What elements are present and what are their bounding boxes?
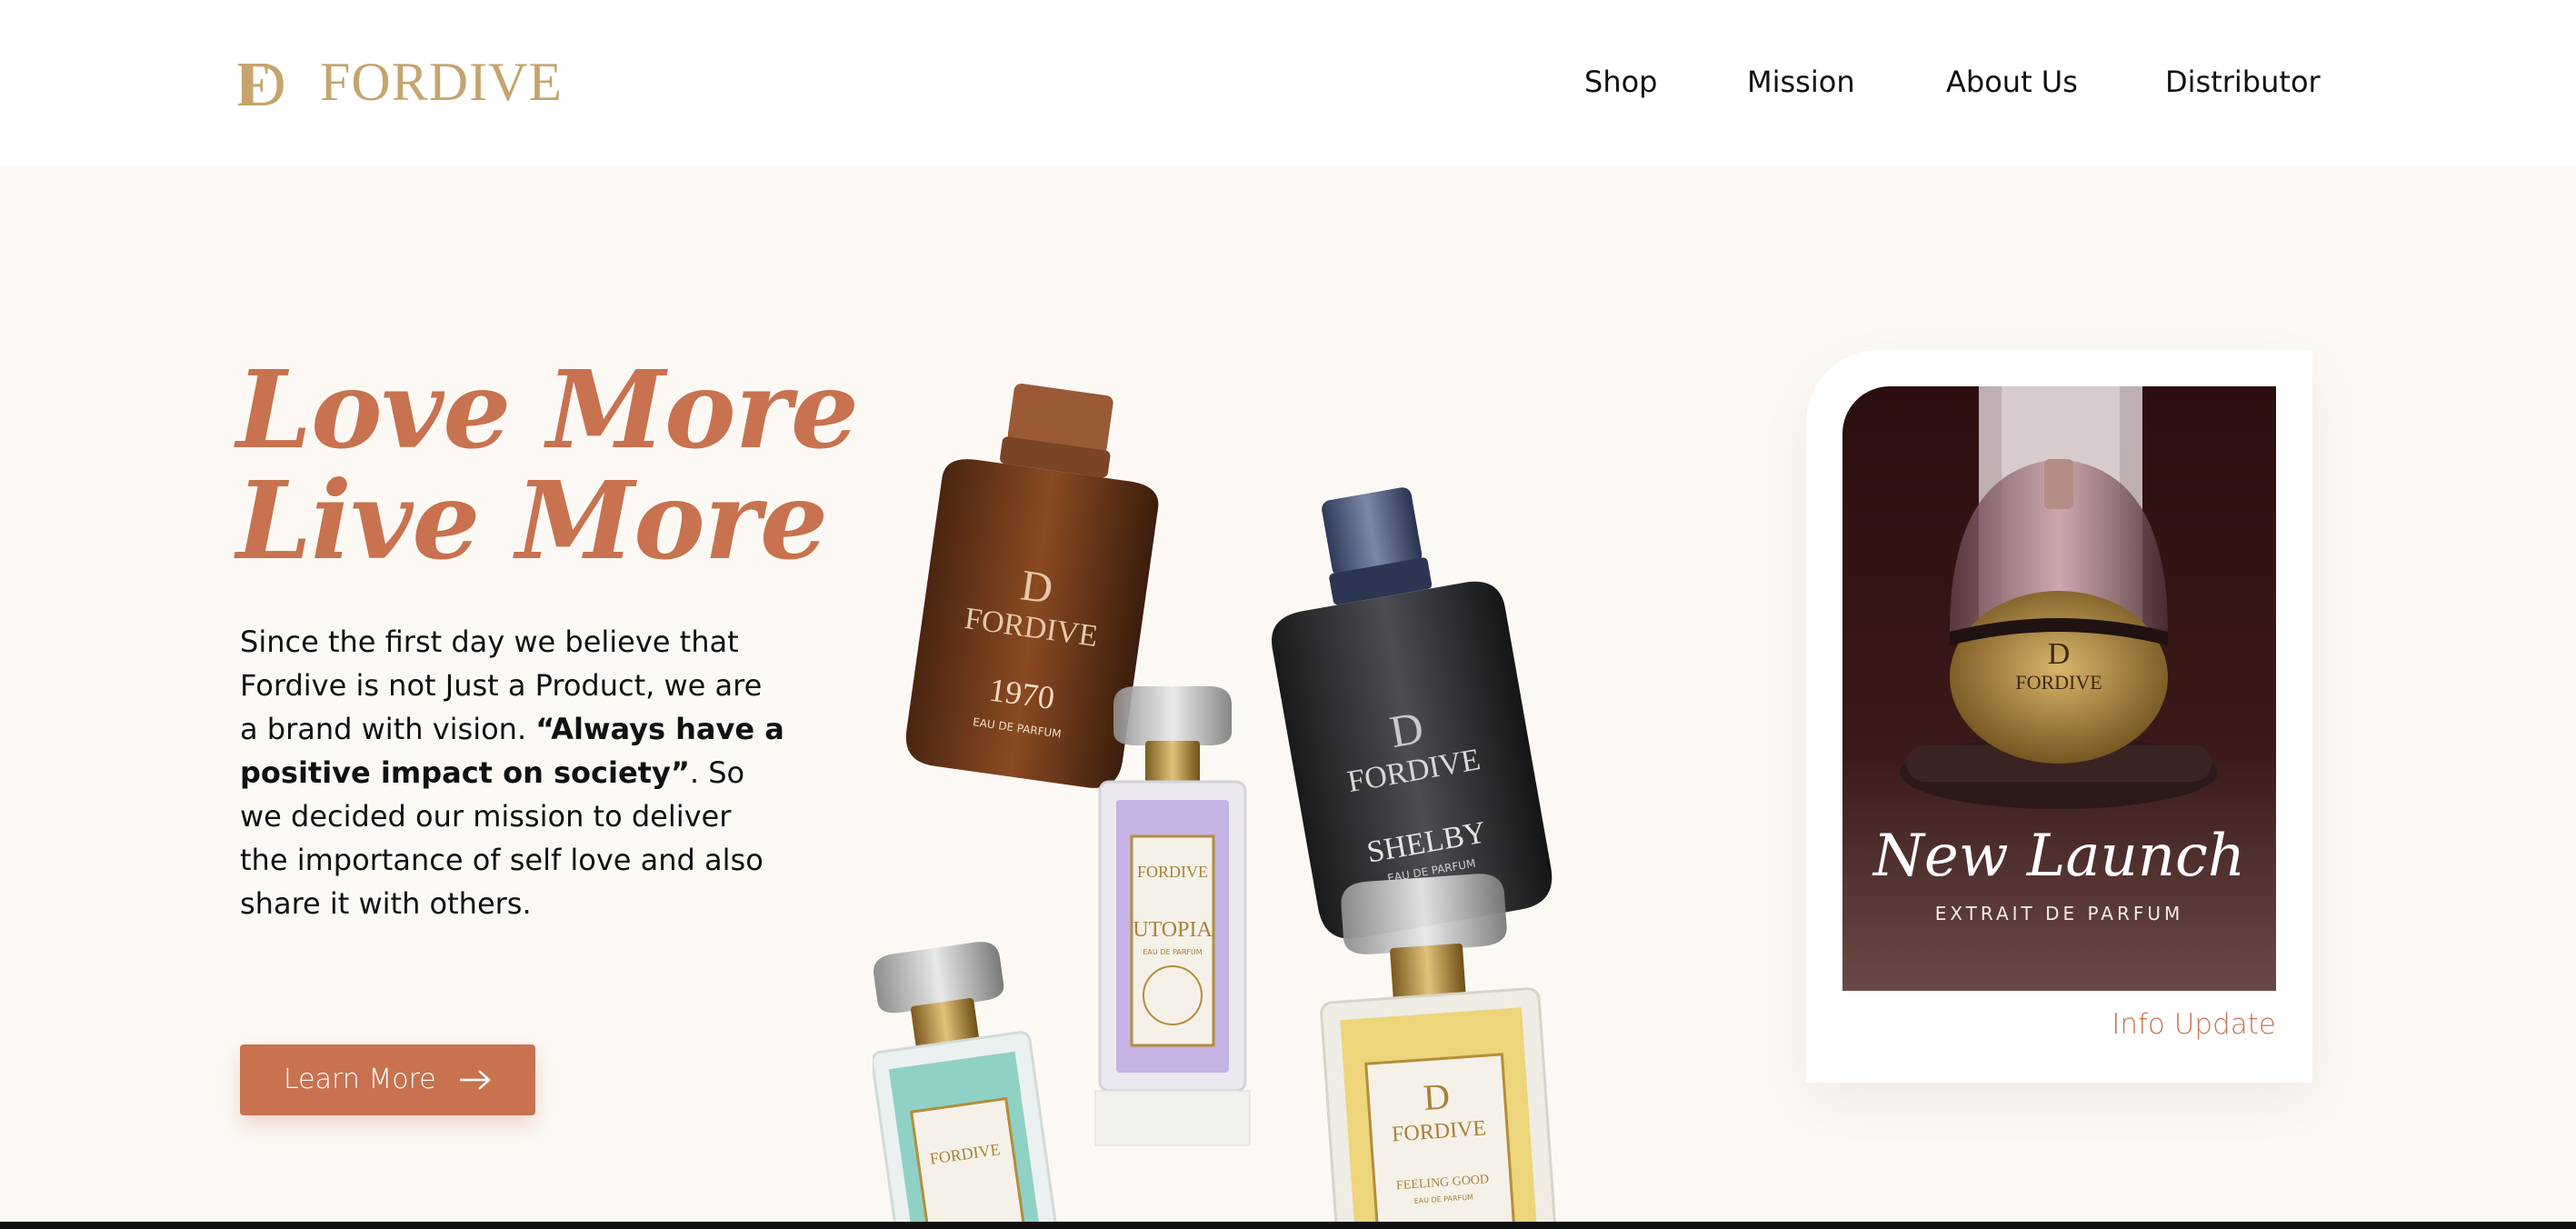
headline-line-1: Love More	[236, 346, 859, 473]
bottom-edge	[0, 1222, 2576, 1229]
hero-headline: Love More Live More	[236, 346, 859, 584]
svg-text:F: F	[238, 50, 270, 116]
page: D F FORDIVE Shop Mission About Us Distri…	[0, 0, 2576, 1229]
nav-distributor[interactable]: Distributor	[2165, 55, 2321, 109]
nav-shop[interactable]: Shop	[1584, 55, 1657, 109]
new-launch-title: New Launch	[1872, 823, 2246, 890]
nav-about-us[interactable]: About Us	[1946, 55, 2078, 109]
info-update-link[interactable]: Info Update	[2112, 1008, 2276, 1041]
nav-mission[interactable]: Mission	[1747, 55, 1855, 109]
headline-line-2: Live More	[236, 457, 828, 584]
arrow-right-icon	[460, 1070, 491, 1090]
bottle-teal: FORDIVE	[873, 942, 1058, 1229]
hero-intro: Since the first day we believe that Ford…	[240, 620, 785, 925]
svg-text:D: D	[1422, 1075, 1451, 1118]
perfume-bottles-image: D FORDIVE 1970 EAU DE PARFUM D FORDIVE S…	[873, 383, 1557, 1229]
learn-more-label: Learn More	[284, 1064, 436, 1095]
new-launch-subtitle: EXTRAIT DE PARFUM	[1934, 903, 2184, 924]
card-bottle-brand: FORDIVE	[2015, 671, 2102, 694]
site-header: D F FORDIVE Shop Mission About Us Distri…	[0, 0, 2576, 166]
bottle-feeling-good: D FORDIVE FEELING GOOD EAU DE PARFUM	[1320, 874, 1557, 1229]
bottle-utopia-brand: FORDIVE	[1137, 863, 1208, 881]
bottle-shelby: D FORDIVE SHELBY EAU DE PARFUM	[1272, 487, 1553, 939]
extrait-bottle-image: D FORDIVE	[1842, 386, 2276, 991]
brand-logo[interactable]: D F FORDIVE	[238, 47, 563, 116]
fd-monogram-icon: D F	[238, 50, 286, 116]
new-launch-image[interactable]: D FORDIVE New Launch EXTRAIT DE PARFUM	[1842, 386, 2276, 991]
bottle-utopia-sub: EAU DE PARFUM	[1143, 948, 1202, 956]
svg-text:D: D	[1018, 561, 1056, 613]
new-launch-card: D FORDIVE New Launch EXTRAIT DE PARFUM I…	[1806, 350, 2312, 1083]
bottle-utopia-name: UTOPIA	[1133, 918, 1213, 942]
svg-text:D: D	[2048, 637, 2071, 671]
brand-name: FORDIVE	[320, 52, 564, 112]
